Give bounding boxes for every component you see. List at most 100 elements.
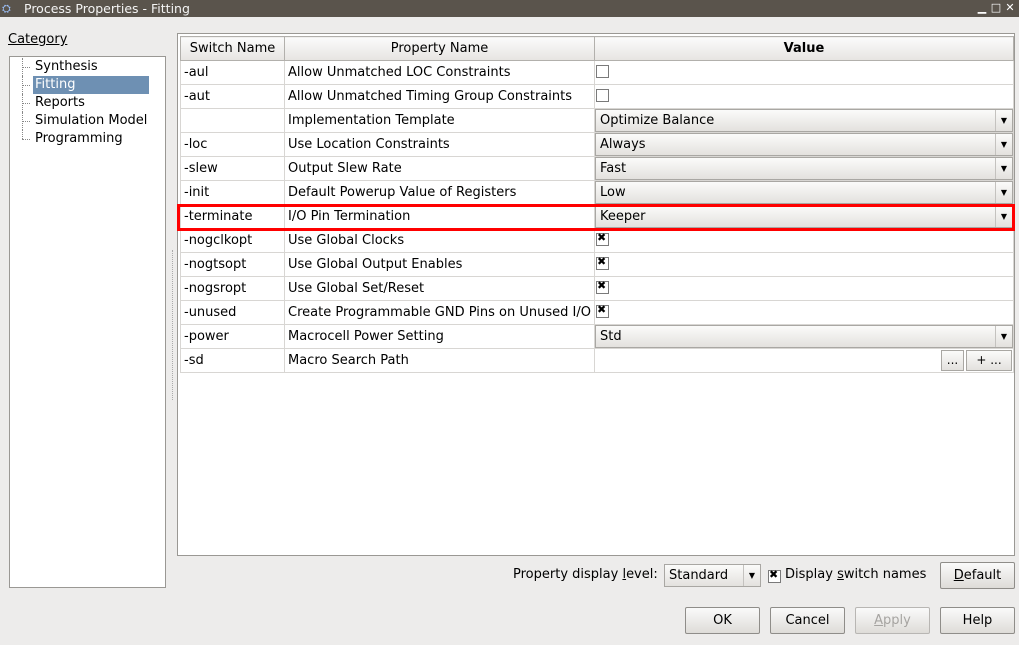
switch-name-cell: -aul: [180, 60, 285, 85]
table-row[interactable]: -loc Use Location Constraints Always ▼: [180, 132, 1014, 157]
default-button[interactable]: Default: [940, 562, 1015, 589]
column-header-switch-name[interactable]: Switch Name: [180, 36, 285, 61]
browse-button[interactable]: ...: [941, 350, 964, 371]
value-select-text: Keeper: [600, 209, 646, 224]
property-name-cell: I/O Pin Termination: [284, 204, 595, 229]
value-cell: Std ▼: [594, 324, 1014, 349]
value-cell: Optimize Balance ▼: [594, 108, 1014, 133]
value-cell: Fast ▼: [594, 156, 1014, 181]
value-cell: [594, 228, 1014, 253]
close-icon[interactable]: ✕: [1003, 1, 1017, 15]
property-name-cell: Use Global Set/Reset: [284, 276, 595, 301]
value-checkbox[interactable]: [596, 255, 609, 270]
tree-guide-line: [22, 130, 31, 139]
value-select[interactable]: Always ▼: [595, 133, 1013, 156]
ok-button[interactable]: OK: [685, 607, 760, 634]
table-row[interactable]: -power Macrocell Power Setting Std ▼: [180, 324, 1014, 349]
property-name-cell: Output Slew Rate: [284, 156, 595, 181]
chevron-down-icon: ▼: [995, 134, 1012, 155]
apply-button[interactable]: Apply: [855, 607, 930, 634]
value-select[interactable]: Keeper ▼: [595, 205, 1013, 228]
column-header-value[interactable]: Value: [594, 36, 1014, 61]
app-icon: ⛭: [2, 2, 11, 15]
property-name-cell: Allow Unmatched Timing Group Constraints: [284, 84, 595, 109]
column-header-property-name[interactable]: Property Name: [284, 36, 595, 61]
table-row[interactable]: -nogsropt Use Global Set/Reset: [180, 276, 1014, 301]
value-cell: Always ▼: [594, 132, 1014, 157]
property-name-cell: Default Powerup Value of Registers: [284, 180, 595, 205]
value-select[interactable]: Fast ▼: [595, 157, 1013, 180]
chevron-down-icon: ▼: [995, 110, 1012, 131]
value-cell: [594, 300, 1014, 325]
help-button[interactable]: Help: [940, 607, 1015, 634]
property-grid: Switch Name Property Name Value -aul Allo…: [177, 33, 1015, 556]
tree-branch-line: [22, 85, 30, 86]
table-row[interactable]: -slew Output Slew Rate Fast ▼: [180, 156, 1014, 181]
table-row[interactable]: -terminate I/O Pin Termination Keeper ▼: [180, 204, 1014, 229]
property-name-cell: Macrocell Power Setting: [284, 324, 595, 349]
property-name-cell: Use Location Constraints: [284, 132, 595, 157]
value-checkbox[interactable]: [596, 303, 609, 318]
value-select-text: Low: [600, 185, 626, 200]
table-row[interactable]: -unused Create Programmable GND Pins on U…: [180, 300, 1014, 325]
table-row[interactable]: -nogclkopt Use Global Clocks: [180, 228, 1014, 253]
value-select[interactable]: Low ▼: [595, 181, 1013, 204]
value-select-text: Std: [600, 329, 622, 344]
tree-branch-line: [22, 67, 30, 68]
value-select-text: Optimize Balance: [600, 113, 715, 128]
add-path-button[interactable]: + ...: [966, 350, 1012, 371]
value-cell: Keeper ▼: [594, 204, 1014, 229]
maximize-icon[interactable]: □: [989, 1, 1003, 15]
chevron-down-icon: ▼: [995, 158, 1012, 179]
property-name-cell: Create Programmable GND Pins on Unused I…: [284, 300, 595, 325]
switch-name-cell: -init: [180, 180, 285, 205]
tree-item-reports[interactable]: Reports: [10, 94, 165, 112]
switch-name-cell: -loc: [180, 132, 285, 157]
display-level-select[interactable]: Standard ▼: [664, 564, 761, 587]
display-switch-names-checkbox[interactable]: [768, 568, 781, 583]
property-name-cell: Use Global Output Enables: [284, 252, 595, 277]
value-select-text: Fast: [600, 161, 627, 176]
switch-name-cell: -aut: [180, 84, 285, 109]
tree-item-label: Fitting: [33, 76, 149, 94]
cancel-button[interactable]: Cancel: [770, 607, 845, 634]
switch-name-cell: -power: [180, 324, 285, 349]
tree-item-synthesis[interactable]: Synthesis: [10, 58, 165, 76]
display-level-label: Property display level:: [513, 567, 658, 582]
value-cell: [594, 60, 1014, 85]
value-select-text: Always: [600, 137, 646, 152]
switch-name-cell: -slew: [180, 156, 285, 181]
tree-item-label: Synthesis: [35, 59, 98, 74]
tree-item-fitting[interactable]: Fitting: [10, 76, 165, 94]
switch-name-cell: -nogclkopt: [180, 228, 285, 253]
table-row[interactable]: -aut Allow Unmatched Timing Group Constra…: [180, 84, 1014, 109]
chevron-down-icon: ▼: [995, 182, 1012, 203]
value-checkbox[interactable]: [596, 89, 609, 102]
property-name-cell: Allow Unmatched LOC Constraints: [284, 60, 595, 85]
chevron-down-icon: ▼: [743, 565, 760, 586]
table-row[interactable]: Implementation Template Optimize Balance ▼: [180, 108, 1014, 133]
table-row[interactable]: -nogtsopt Use Global Output Enables: [180, 252, 1014, 277]
tree-item-programming[interactable]: Programming: [10, 130, 165, 148]
splitter-handle[interactable]: [172, 250, 175, 400]
value-checkbox[interactable]: [596, 279, 609, 294]
table-row[interactable]: -init Default Powerup Value of Registers L…: [180, 180, 1014, 205]
category-tree[interactable]: Synthesis Fitting Reports Simulation Model P…: [9, 56, 166, 588]
category-label: Category: [8, 32, 68, 47]
table-row[interactable]: -sd Macro Search Path... + ...: [180, 348, 1014, 373]
window-title: Process Properties - Fitting: [24, 1, 190, 16]
display-level-value: Standard: [669, 568, 729, 583]
value-cell: [594, 252, 1014, 277]
tree-branch-line: [22, 103, 30, 104]
value-cell: [594, 276, 1014, 301]
switch-name-cell: -terminate: [180, 204, 285, 229]
value-select[interactable]: Optimize Balance ▼: [595, 109, 1013, 132]
value-checkbox[interactable]: [596, 231, 609, 246]
minimize-icon[interactable]: ▁: [975, 1, 989, 15]
table-row[interactable]: -aul Allow Unmatched LOC Constraints: [180, 60, 1014, 85]
tree-item-label: Reports: [35, 95, 85, 110]
value-select[interactable]: Std ▼: [595, 325, 1013, 348]
tree-item-label: Simulation Model: [35, 113, 148, 128]
value-checkbox[interactable]: [596, 65, 609, 78]
tree-item-simulation-model[interactable]: Simulation Model: [10, 112, 165, 130]
